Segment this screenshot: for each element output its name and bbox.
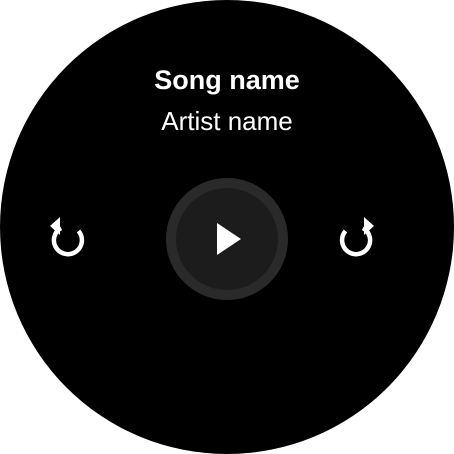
song-title: Song name — [154, 65, 300, 95]
watch-screen: Song name Artist name — [0, 0, 454, 454]
artist-name: Artist name — [161, 106, 293, 136]
play-button[interactable] — [166, 178, 288, 300]
replay-icon — [50, 217, 85, 257]
play-icon — [217, 223, 241, 255]
seek-forward-button[interactable] — [328, 208, 384, 264]
play-button-inner — [176, 188, 278, 290]
seek-back-button[interactable] — [40, 208, 96, 264]
forward-icon — [339, 217, 374, 257]
